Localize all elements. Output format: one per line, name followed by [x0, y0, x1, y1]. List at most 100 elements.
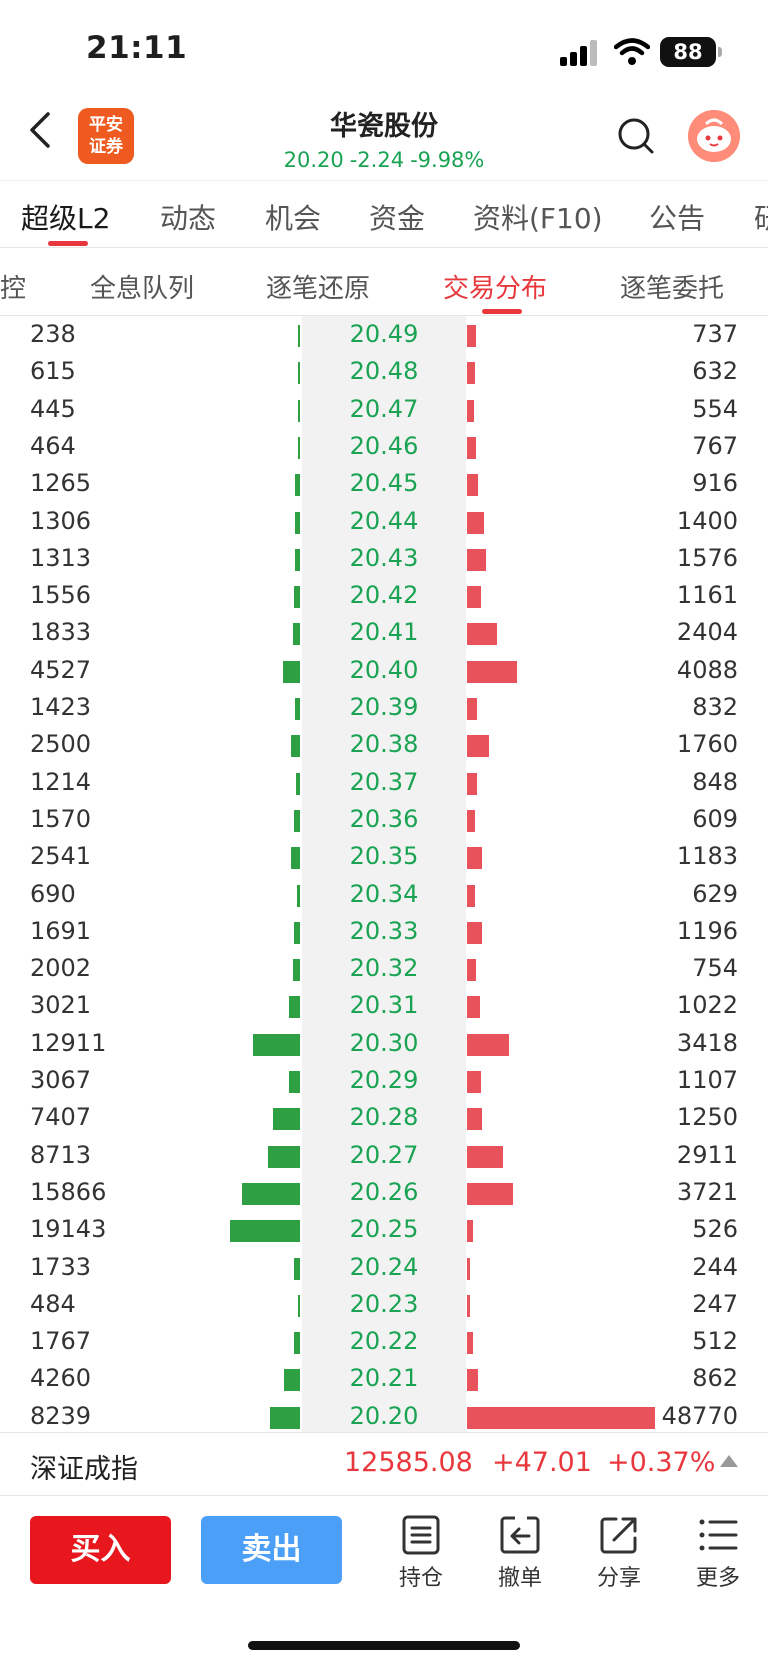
sell-volume-bar	[467, 511, 485, 534]
price-level: 20.29	[349, 1066, 419, 1094]
sell-volume-bar	[467, 436, 477, 459]
sell-volume: 609	[692, 804, 738, 833]
buy-volume-bar	[298, 1294, 300, 1317]
assistant-avatar-icon[interactable]	[688, 110, 740, 162]
price-level: 20.23	[349, 1289, 419, 1318]
distribution-row: 690 20.34 629	[0, 876, 768, 913]
stock-header: 平安 证券 华瓷股份 20.20 -2.24 -9.98%	[0, 96, 768, 180]
buy-volume: 690	[30, 879, 76, 908]
more-button[interactable]: 更多	[683, 1514, 753, 1592]
distribution-row: 4527 20.40 4088	[0, 652, 768, 689]
buy-volume: 1733	[30, 1252, 92, 1281]
distribution-row: 1313 20.43 1576	[0, 540, 768, 577]
buy-volume: 1570	[30, 804, 92, 833]
buy-volume: 12911	[30, 1028, 107, 1057]
sell-volume: 512	[692, 1327, 738, 1356]
cancel-order-button[interactable]: 撤单	[485, 1514, 555, 1592]
buy-volume-bar	[241, 1182, 300, 1205]
sell-volume: 629	[692, 879, 738, 908]
buy-volume: 2541	[30, 842, 92, 871]
expand-up-icon[interactable]	[720, 1455, 738, 1467]
tab-control[interactable]: 控	[0, 268, 26, 305]
buy-volume-bar	[298, 436, 300, 459]
buy-volume: 4260	[30, 1364, 92, 1393]
distribution-row: 615 20.48 632	[0, 353, 768, 390]
sell-volume-bar	[467, 996, 480, 1019]
sell-volume-bar	[467, 1033, 510, 1056]
distribution-row: 1691 20.33 1196	[0, 913, 768, 950]
index-ticker[interactable]: 深证成指 12585.08 +47.01 +0.37%	[0, 1432, 768, 1496]
sell-volume-bar	[467, 1220, 474, 1243]
search-icon[interactable]	[616, 116, 656, 156]
buy-volume-bar	[293, 921, 300, 944]
sell-volume-bar	[467, 1369, 478, 1392]
buy-volume-bar	[288, 1071, 300, 1093]
buy-volume: 484	[30, 1289, 76, 1318]
sell-volume: 1183	[676, 842, 738, 871]
price-level: 20.46	[349, 431, 419, 460]
tab-tick-orders[interactable]: 逐笔委托	[620, 268, 724, 305]
buy-button[interactable]: 买入	[30, 1516, 171, 1584]
price-level: 20.20	[349, 1401, 419, 1430]
share-icon	[600, 1517, 637, 1554]
buy-volume-bar	[290, 735, 300, 758]
tab-tick-restore[interactable]: 逐笔还原	[266, 268, 370, 305]
tab-funds[interactable]: 资金	[369, 197, 425, 237]
buy-volume: 1214	[30, 767, 92, 796]
distribution-row: 1733 20.24 244	[0, 1249, 768, 1286]
sell-volume: 1022	[676, 991, 738, 1020]
buy-volume: 19143	[30, 1215, 107, 1244]
sell-volume-bar	[467, 623, 497, 646]
buy-volume-bar	[268, 1145, 300, 1168]
buy-volume-bar	[295, 511, 300, 534]
buy-volume-bar	[269, 1406, 300, 1429]
distribution-row: 2500 20.38 1760	[0, 726, 768, 763]
sell-volume: 848	[692, 767, 738, 796]
sell-volume: 916	[692, 469, 738, 498]
distribution-row: 19143 20.25 526	[0, 1211, 768, 1248]
price-level: 20.34	[349, 879, 419, 908]
sell-volume-bar	[467, 362, 475, 385]
sell-volume-bar	[467, 1071, 481, 1093]
price-level: 20.33	[349, 916, 419, 945]
cellular-signal-icon	[560, 40, 600, 66]
tab-full-queue[interactable]: 全息队列	[90, 268, 194, 305]
distribution-row: 8713 20.27 2911	[0, 1137, 768, 1174]
distribution-row: 1833 20.41 2404	[0, 614, 768, 651]
active-tab-indicator	[48, 241, 88, 246]
buy-volume: 3067	[30, 1066, 92, 1094]
distribution-row: 15866 20.26 3721	[0, 1174, 768, 1211]
sell-volume-bar	[467, 1294, 471, 1317]
buy-volume: 8239	[30, 1401, 92, 1430]
share-button[interactable]: 分享	[584, 1514, 654, 1592]
tab-opportunity[interactable]: 机会	[265, 197, 321, 237]
distribution-row: 12911 20.30 3418	[0, 1025, 768, 1062]
price-level: 20.27	[349, 1140, 419, 1169]
distribution-row: 2541 20.35 1183	[0, 838, 768, 875]
secondary-tabs: 控 全息队列 逐笔还原 交易分布 逐笔委托	[0, 250, 768, 316]
sell-volume-bar	[467, 1108, 483, 1131]
sell-volume: 2911	[676, 1140, 738, 1169]
tab-dynamics[interactable]: 动态	[160, 197, 216, 237]
price-level: 20.41	[349, 618, 419, 647]
primary-tabs: 超级L2 动态 机会 资金 资料(F10) 公告 研	[0, 180, 768, 248]
sell-volume: 754	[692, 954, 738, 983]
buy-volume-bar	[292, 959, 300, 982]
price-level: 20.47	[349, 394, 419, 423]
sell-volume: 2404	[676, 618, 738, 647]
battery-indicator: 88	[660, 37, 716, 67]
tab-f10[interactable]: 资料(F10)	[473, 197, 603, 237]
index-name: 深证成指	[30, 1454, 138, 1485]
sell-volume: 1760	[676, 730, 738, 759]
tab-research[interactable]: 研	[754, 197, 768, 237]
stock-change-pct: -9.98%	[410, 148, 485, 172]
positions-button[interactable]: 持仓	[386, 1514, 456, 1592]
tab-super-l2[interactable]: 超级L2	[21, 197, 110, 237]
trade-distribution-list[interactable]: 238 20.49 737 615 20.48 632 445 20.47 554 464 20.4…	[0, 316, 768, 1432]
tab-trade-distribution[interactable]: 交易分布	[443, 268, 547, 305]
sell-button[interactable]: 卖出	[201, 1516, 342, 1584]
distribution-row: 1306 20.44 1400	[0, 503, 768, 540]
buy-volume: 464	[30, 431, 76, 460]
tab-announcements[interactable]: 公告	[649, 197, 705, 237]
sell-volume-bar	[467, 809, 475, 832]
